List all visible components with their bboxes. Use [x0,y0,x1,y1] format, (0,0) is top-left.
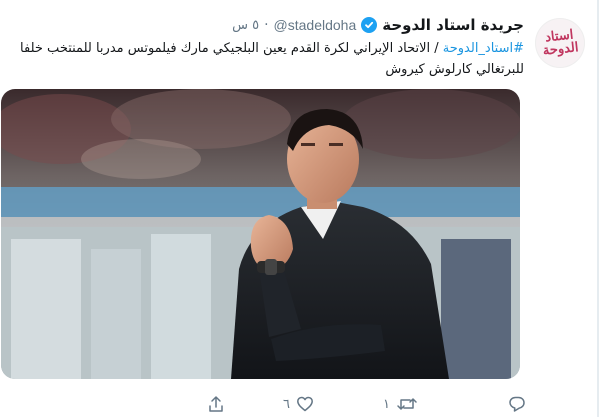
account-handle[interactable]: @stadeldoha [274,17,357,33]
avatar-logo-text: استاد الدوحة [542,27,580,59]
retweet-count: ١ [383,396,390,412]
tweet-timestamp[interactable]: ٥ س [232,18,259,33]
tweet-photo[interactable] [1,89,520,379]
account-name[interactable]: جريدة استاد الدوحة [382,16,524,34]
retweet-button[interactable]: ١ [383,392,418,416]
reply-button[interactable] [502,392,526,416]
tweet-text: #استاد_الدوحة / الاتحاد الإيراني لكرة ال… [14,38,524,80]
tweet[interactable]: استاد الدوحة جريدة استاد الدوحة @stadeld… [0,0,599,417]
separator-dot: · [264,17,269,33]
hashtag-link[interactable]: #استاد_الدوحة [443,41,524,56]
tweet-header: جريدة استاد الدوحة @stadeldoha · ٥ س [232,15,524,35]
heart-icon [296,395,314,413]
share-button[interactable] [207,392,231,416]
share-icon [207,395,225,413]
like-count: ٦ [283,396,290,412]
photo-coach-in-stadium [1,89,520,379]
like-button[interactable]: ٦ [283,392,314,416]
tweet-actions: ٦ ١ [0,392,599,418]
retweet-icon [396,395,418,413]
reply-icon [508,395,526,413]
verified-badge-icon [361,17,378,33]
avatar[interactable]: استاد الدوحة [535,18,585,68]
